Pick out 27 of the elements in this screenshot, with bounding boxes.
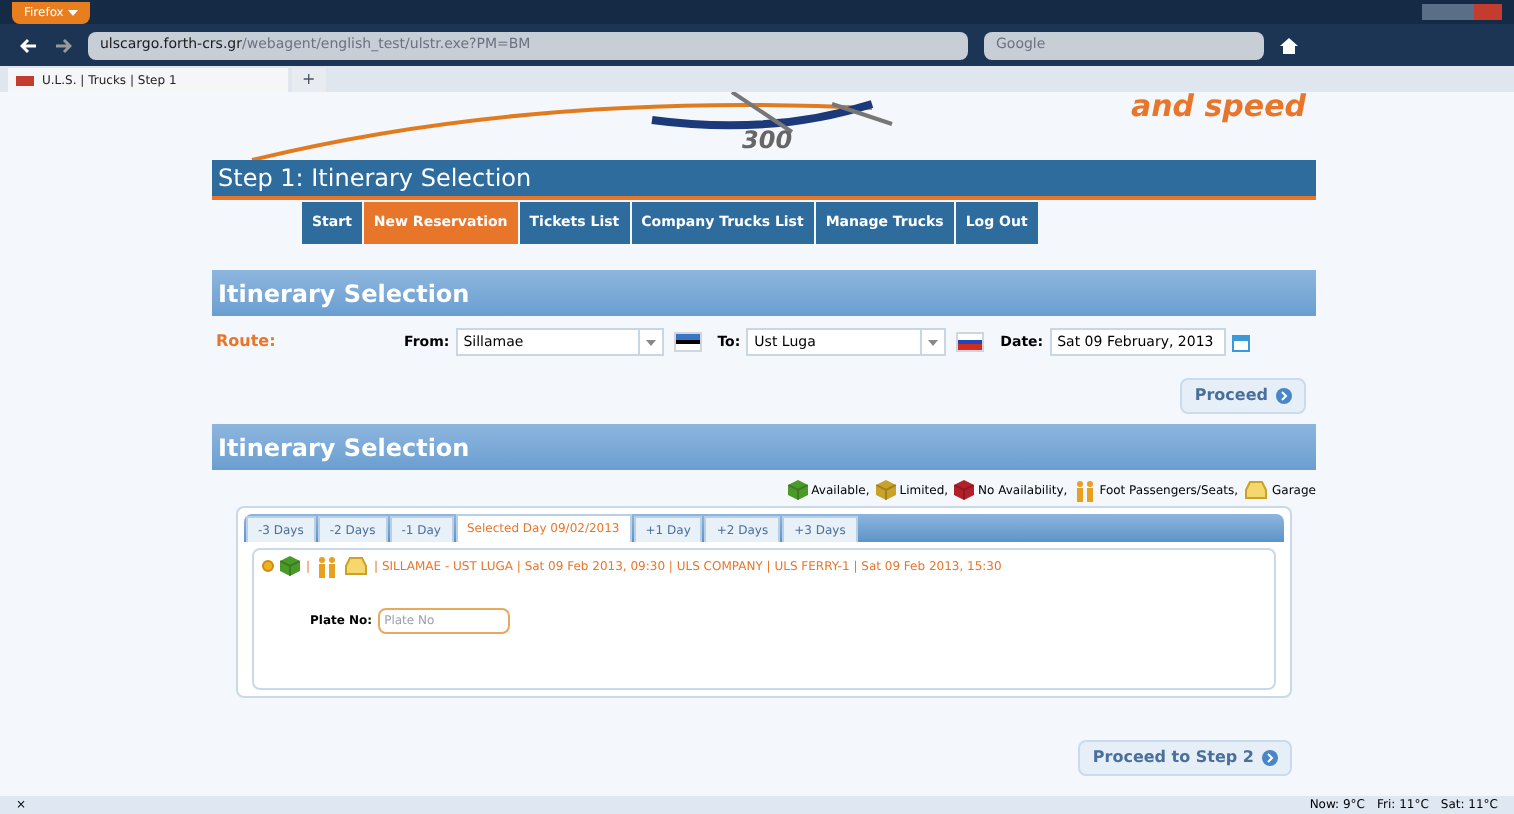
cube-icon <box>280 556 300 576</box>
people-icon <box>316 555 339 577</box>
flag-icon <box>673 332 702 352</box>
caret-icon <box>67 9 78 15</box>
home-icon[interactable] <box>1280 37 1298 53</box>
proceed-button[interactable]: Proceed <box>1180 378 1306 414</box>
arrow-circle-icon <box>1276 388 1292 404</box>
new-tab-button[interactable]: + <box>292 68 326 92</box>
cube-icon <box>954 480 975 500</box>
cube-icon <box>787 480 808 500</box>
proceed-button[interactable]: Proceed to Step 2 <box>1078 740 1292 776</box>
slogan: and speed <box>1130 92 1306 122</box>
people-icon <box>1073 479 1096 501</box>
calendar-icon[interactable] <box>1231 333 1250 351</box>
caret-icon <box>645 339 656 345</box>
cube-icon <box>875 480 896 500</box>
arrow-circle-icon <box>1262 750 1278 766</box>
forward-icon[interactable] <box>54 37 72 53</box>
gauge-banner-drawing: 300 <box>212 92 972 160</box>
section-header: Itinerary Selection <box>212 424 1316 470</box>
route-label: Route: <box>214 330 278 354</box>
back-icon[interactable] <box>20 37 38 53</box>
step-title-bar: Step 1: Itinerary Selection <box>212 160 1316 200</box>
caret-icon <box>928 339 939 345</box>
radio-icon[interactable] <box>262 560 274 572</box>
flag-icon <box>956 332 985 352</box>
section-header: Itinerary Selection <box>212 270 1316 316</box>
